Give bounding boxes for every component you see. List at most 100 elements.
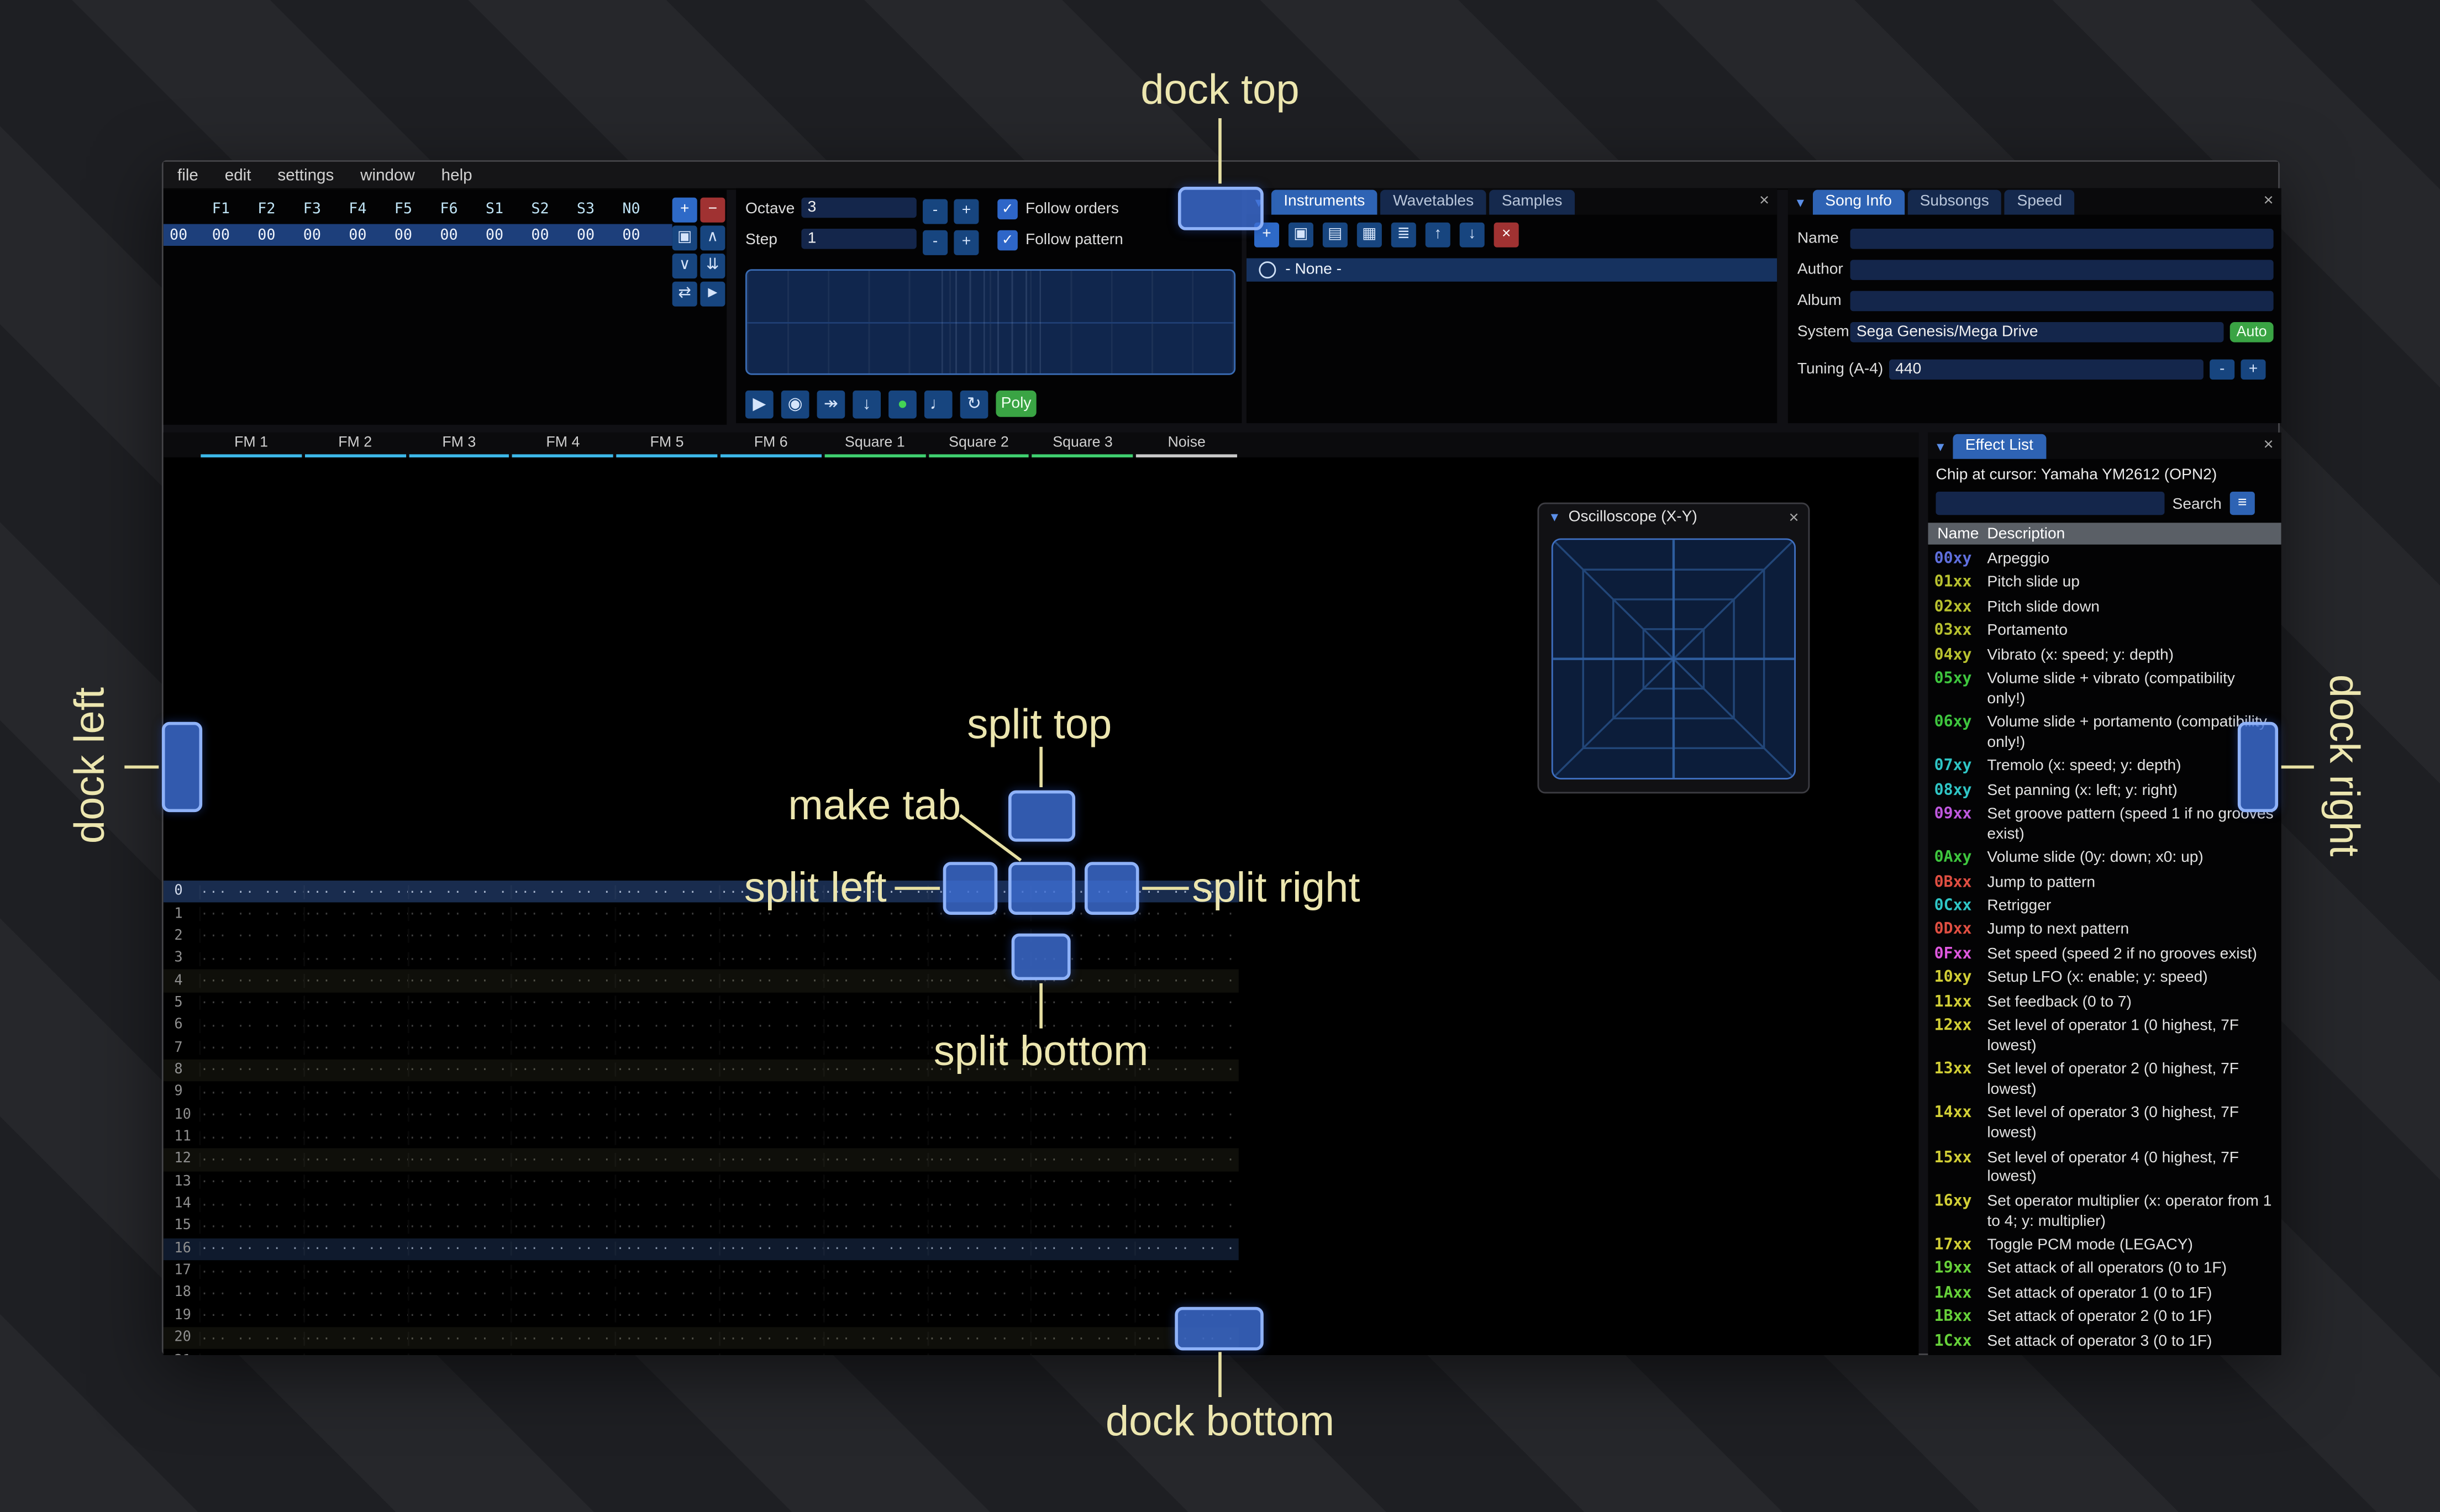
pattern-cell[interactable]: ··· ·· ·· ··· <box>823 1108 927 1122</box>
pattern-cell[interactable]: ··· ·· ·· ··· <box>199 1152 303 1166</box>
channel-header-noise[interactable]: Noise <box>1135 433 1239 457</box>
pattern-cell[interactable]: ··· ·· ·· ··· <box>823 1220 927 1234</box>
pattern-cell[interactable]: ··· ·· ·· ··· <box>303 1041 407 1055</box>
channel-header-square-2[interactable]: Square 2 <box>927 433 1030 457</box>
pattern-cell[interactable]: ··· ·· ·· ··· <box>511 1309 615 1323</box>
pattern-cell[interactable]: ··· ·· ·· ··· <box>719 1108 823 1122</box>
pattern-cell[interactable]: ··· ·· ·· ··· <box>511 1220 615 1234</box>
pattern-cell[interactable]: ··· ·· ·· ··· <box>511 1152 615 1166</box>
menu-item-help[interactable]: help <box>441 166 472 185</box>
pattern-cell[interactable]: ··· ·· ·· ··· <box>1135 929 1238 943</box>
pattern-cell[interactable]: ··· ·· ·· ··· <box>303 1152 407 1166</box>
effect-list-tab[interactable]: Effect List <box>1953 434 2046 459</box>
pattern-cell[interactable]: ··· ·· ·· ··· <box>1135 1108 1238 1122</box>
pattern-cell[interactable]: ··· ·· ·· ··· <box>1030 1265 1134 1278</box>
make-tab-target-button[interactable] <box>1008 862 1076 915</box>
pattern-cell[interactable]: ··· ·· ·· ··· <box>303 1242 407 1256</box>
collapse-arrow-icon[interactable]: ▼ <box>1548 510 1560 524</box>
pattern-cell[interactable]: ··· ·· ·· ··· <box>615 1242 719 1256</box>
pattern-cell[interactable]: ··· ·· ·· ··· <box>303 1309 407 1323</box>
pattern-cell[interactable]: ··· ·· ·· ··· <box>303 1287 407 1300</box>
pattern-cell[interactable]: ··· ·· ·· ··· <box>407 952 511 966</box>
pattern-cell[interactable]: ··· ·· ·· ··· <box>927 1309 1030 1323</box>
pattern-row[interactable]: 17 ··· ·· ·· · ··· ·· ·· · · ·· ·· ·· · · ·· ··… <box>164 1260 1239 1282</box>
pattern-cell[interactable]: ··· ·· ·· ··· <box>823 997 927 1010</box>
pattern-row[interactable]: 14 ··· ·· ·· · ··· ·· ·· · · ·· ·· ·· · · ·· ··… <box>164 1193 1239 1215</box>
pattern-row[interactable]: 9 ··· ·· ·· · ··· ·· ·· · · ·· ·· ·· · · ·· ·· ·… <box>164 1082 1239 1104</box>
pattern-cell[interactable]: ··· ·· ·· ··· <box>719 1086 823 1099</box>
pattern-cell[interactable]: ··· ·· ·· ··· <box>1135 1287 1238 1300</box>
pattern-cell[interactable]: ··· ·· ·· ··· <box>719 929 823 943</box>
metronome-button[interactable]: ♩ <box>924 390 953 419</box>
pattern-row[interactable]: 20 ··· ·· ·· · ··· ·· ·· · · ·· ·· ·· · · ·· ··… <box>163 1327 1239 1350</box>
pattern-cell[interactable]: ··· ·· ·· ··· <box>1135 997 1238 1010</box>
instrument-delete-button[interactable]: × <box>1494 222 1519 247</box>
pattern-cell[interactable]: ··· ·· ·· ··· <box>1030 1086 1134 1099</box>
effect-row[interactable]: 02xx Pitch slide down <box>1928 599 2281 619</box>
pattern-cell[interactable]: ··· ·· ·· ··· <box>303 885 407 899</box>
pattern-cell[interactable]: ··· ·· ·· ··· <box>615 1041 719 1055</box>
pattern-cell[interactable]: ··· ·· ·· ··· <box>719 952 823 966</box>
pattern-cell[interactable]: ··· ·· ·· ··· <box>719 1019 823 1032</box>
pattern-cell[interactable]: ··· ·· ·· ··· <box>719 1175 823 1189</box>
pattern-row[interactable]: 10 ··· ·· ·· · ··· ·· ·· · · ·· ·· ·· · · ·· ··… <box>164 1104 1239 1126</box>
pattern-cell[interactable]: ··· ·· ·· ··· <box>927 1353 1030 1355</box>
pattern-cell[interactable]: ··· ·· ·· ··· <box>199 1309 303 1323</box>
pattern-cell[interactable]: ··· ·· ·· ··· <box>823 1152 927 1166</box>
pattern-cell[interactable]: ··· ·· ·· ··· <box>407 997 511 1010</box>
pattern-cell[interactable]: ··· ·· ·· ··· <box>615 1108 719 1122</box>
pattern-cell[interactable]: ··· ·· ·· ··· <box>199 974 303 988</box>
pattern-cell[interactable]: ··· ·· ·· ··· <box>927 1331 1030 1345</box>
poly-toggle-button[interactable]: Poly <box>996 390 1037 417</box>
pattern-cell[interactable]: ··· ·· ·· ··· <box>407 1265 511 1278</box>
pattern-cell[interactable]: ··· ·· ·· ··· <box>199 1130 303 1144</box>
dock-top-target-button[interactable] <box>1177 186 1264 230</box>
tuning-increase-button[interactable]: + <box>2241 359 2266 380</box>
pattern-cell[interactable]: ··· ·· ·· ··· <box>407 1220 511 1234</box>
menu-item-settings[interactable]: settings <box>277 166 334 185</box>
pattern-cell[interactable]: ··· ·· ·· ··· <box>823 1331 927 1345</box>
pattern-cell[interactable]: ··· ·· ·· ··· <box>615 1063 719 1077</box>
pattern-cell[interactable]: ··· ·· ·· ··· <box>927 1108 1030 1122</box>
pattern-cell[interactable]: ··· ·· ·· ··· <box>927 1197 1030 1211</box>
menu-item-window[interactable]: window <box>360 166 415 185</box>
pattern-cell[interactable]: ··· ·· ·· ··· <box>407 1242 511 1256</box>
pattern-row[interactable]: 13 ··· ·· ·· · ··· ·· ·· · · ·· ·· ·· · · ·· ··… <box>164 1171 1239 1193</box>
oscilloscope-close-icon[interactable]: × <box>1789 508 1799 527</box>
effect-row[interactable]: 09xx Set groove pattern (speed 1 if no gr… <box>1928 806 2281 846</box>
pattern-cell[interactable]: ··· ·· ·· ··· <box>615 974 719 988</box>
effect-search-input[interactable] <box>1936 491 2165 515</box>
pattern-cell[interactable]: ··· ·· ·· ··· <box>1030 1331 1134 1345</box>
pattern-cell[interactable]: ··· ·· ·· ··· <box>719 974 823 988</box>
pattern-row[interactable]: 0 ··· ·· ·· · ··· ·· ·· · · ·· ·· ·· · · ·· ·· ·… <box>163 881 1239 903</box>
pattern-cell[interactable]: ··· ·· ·· ··· <box>303 1108 407 1122</box>
pattern-cell[interactable]: ··· ·· ·· ··· <box>407 1197 511 1211</box>
pattern-cell[interactable]: ··· ·· ·· ··· <box>615 929 719 943</box>
instrument-move-down-button[interactable]: ↓ <box>1459 222 1485 247</box>
effect-row[interactable]: 05xy Volume slide + vibrato (compatibilit… <box>1928 671 2281 710</box>
pattern-cell[interactable]: ··· ·· ·· ··· <box>511 974 615 988</box>
pattern-cell[interactable]: ··· ·· ·· ··· <box>199 1019 303 1032</box>
pattern-cell[interactable]: ··· ·· ·· ··· <box>303 1063 407 1077</box>
pattern-cell[interactable]: ··· ·· ·· ··· <box>511 907 615 921</box>
pattern-cell[interactable]: ··· ·· ·· ··· <box>407 1108 511 1122</box>
split-bottom-target-button[interactable] <box>1011 933 1071 981</box>
pattern-cell[interactable]: ··· ·· ·· ··· <box>719 1063 823 1077</box>
dock-bottom-target-button[interactable] <box>1175 1306 1264 1351</box>
pattern-cell[interactable]: ··· ·· ·· ··· <box>511 1197 615 1211</box>
effect-row[interactable]: 19xx Set attack of all operators (0 to 1F… <box>1928 1261 2281 1281</box>
effect-row[interactable]: 1Bxx Set attack of operator 2 (0 to 1F) <box>1928 1309 2281 1329</box>
effect-row[interactable]: 00xy Arpeggio <box>1928 551 2281 571</box>
pattern-cell[interactable]: ··· ·· ·· ··· <box>615 1019 719 1032</box>
pattern-cell[interactable]: ··· ·· ·· ··· <box>719 1130 823 1144</box>
pattern-cell[interactable]: ··· ·· ·· ··· <box>823 1197 927 1211</box>
channel-header-fm-6[interactable]: FM 6 <box>719 433 823 457</box>
effect-row[interactable]: 0Fxx Set speed (speed 2 if no grooves exi… <box>1928 946 2281 966</box>
pattern-cell[interactable]: ··· ·· ·· ··· <box>1030 1175 1134 1189</box>
pattern-cell[interactable]: ··· ·· ·· ··· <box>407 974 511 988</box>
effect-row[interactable]: 10xy Setup LFO (x: enable; y: speed) <box>1928 970 2281 989</box>
pattern-cell[interactable]: ··· ·· ·· ··· <box>199 1175 303 1189</box>
pattern-row[interactable]: 4 ··· ·· ·· · ··· ·· ·· · · ·· ·· ·· · · ·· ·· ·… <box>163 970 1239 993</box>
tuning-decrease-button[interactable]: - <box>2210 359 2235 380</box>
pattern-cell[interactable]: ··· ·· ·· ··· <box>823 929 927 943</box>
